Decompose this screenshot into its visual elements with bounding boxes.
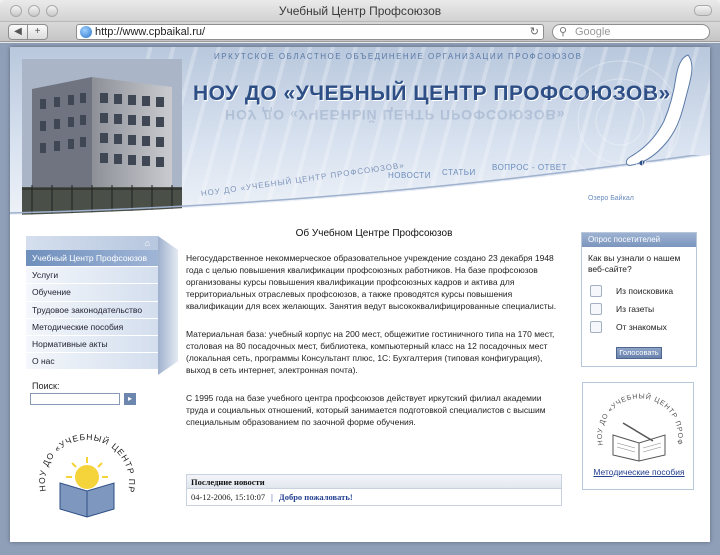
poll-radio[interactable] bbox=[590, 321, 602, 333]
close-window-button[interactable] bbox=[10, 5, 22, 17]
poll-option-search[interactable]: Из поисковика bbox=[590, 285, 673, 297]
sidebar-item-about[interactable]: О нас bbox=[26, 353, 158, 371]
toolbar-toggle-button[interactable] bbox=[694, 5, 712, 16]
poll-option-friends[interactable]: От знакомых bbox=[590, 321, 667, 333]
minimize-window-button[interactable] bbox=[28, 5, 40, 17]
site-frame: ИРКУТСКОЕ ОБЛАСТНОЕ ОБЪЕДИНЕНИЕ ОРГАНИЗА… bbox=[10, 47, 710, 542]
sidebar-menu: ⌂ Учебный Центр Профсоюзов Услуги Обучен… bbox=[26, 236, 178, 375]
methods-logo[interactable]: НОУ ДО «УЧЕБНЫЙ ЦЕНТР ПРОФСОЮЗОВ» bbox=[579, 378, 695, 467]
poll-option-label: Из поисковика bbox=[616, 286, 674, 296]
title-bar: Учебный Центр Профсоюзов bbox=[0, 0, 720, 22]
poll-title: Опрос посетителей bbox=[582, 233, 696, 247]
top-navigation: НОВОСТИ СТАТЬИ ВОПРОС - ОТВЕТ bbox=[386, 159, 586, 189]
latest-news-box: Последние новости 04-12-2006, 15:10:07 | Д… bbox=[186, 474, 562, 506]
organization-logo: НОУ ДО «УЧЕБНЫЙ ЦЕНТР ПРОФСОЮЗОВ» bbox=[32, 421, 136, 518]
reload-icon[interactable]: ↻ bbox=[530, 25, 539, 39]
latest-news-title: Последние новости bbox=[187, 475, 561, 489]
map-city-label: г. Иркутск bbox=[636, 161, 667, 168]
browser-window: Учебный Центр Профсоюзов ◀ + http://www.… bbox=[0, 0, 720, 555]
vote-button[interactable]: Голосовать bbox=[616, 347, 662, 359]
browser-toolbar: ◀ + http://www.cpbaikal.ru/ ↻ ⚲ Google bbox=[0, 22, 720, 42]
visitor-poll: Опрос посетителей Как вы узнали о нашем … bbox=[581, 232, 697, 367]
content-paragraph-2: Материальная база: учебный корпус на 200… bbox=[186, 329, 555, 375]
site-title-reflection: НОУ ДО «УЧЕБНЫЙ ЦЕНТР ПРОФСОЮЗОВ» bbox=[225, 107, 566, 123]
methods-link[interactable]: Методические пособия bbox=[583, 467, 695, 477]
browser-search-field[interactable]: ⚲ Google bbox=[552, 24, 710, 40]
site-search-label: Поиск: bbox=[32, 381, 60, 391]
site-header: ИРКУТСКОЕ ОБЛАСТНОЕ ОБЪЕДИНЕНИЕ ОРГАНИЗА… bbox=[10, 47, 710, 217]
svg-text:НОУ ДО «УЧЕБНЫЙ ЦЕНТР ПРОФСОЮЗ: НОУ ДО «УЧЕБНЫЙ ЦЕНТР ПРОФСОЮЗОВ» bbox=[583, 383, 683, 446]
sidebar-item-services[interactable]: Услуги bbox=[26, 267, 158, 285]
methods-logo-text: НОУ ДО «УЧЕБНЫЙ ЦЕНТР ПРОФСОЮЗОВ» bbox=[579, 378, 682, 446]
nav-qa[interactable]: ВОПРОС - ОТВЕТ bbox=[492, 163, 567, 172]
home-icon[interactable]: ⌂ bbox=[145, 238, 150, 248]
sidebar-item-center[interactable]: Учебный Центр Профсоюзов bbox=[26, 250, 158, 268]
content-paragraph-1: Негосударственное некоммерческое образов… bbox=[186, 253, 557, 311]
poll-option-label: От знакомых bbox=[616, 322, 667, 332]
web-page: ИРКУТСКОЕ ОБЛАСТНОЕ ОБЪЕДИНЕНИЕ ОРГАНИЗА… bbox=[0, 43, 720, 555]
content-paragraph-3: С 1995 года на базе учебного центра проф… bbox=[186, 393, 546, 427]
site-search-button[interactable]: ▸ bbox=[124, 393, 136, 405]
poll-radio[interactable] bbox=[590, 285, 602, 297]
site-search-input[interactable] bbox=[30, 393, 120, 405]
poll-option-newspaper[interactable]: Из газеты bbox=[590, 303, 654, 315]
poll-radio[interactable] bbox=[590, 303, 602, 315]
add-bookmark-button[interactable]: + bbox=[28, 24, 48, 40]
poll-question: Как вы узнали о нашем веб-сайте? bbox=[588, 253, 681, 274]
back-button[interactable]: ◀ bbox=[8, 24, 28, 40]
poll-option-label: Из газеты bbox=[616, 304, 655, 314]
page-title: Об Учебном Центре Профсоюзов bbox=[295, 228, 453, 239]
nav-articles[interactable]: СТАТЬИ bbox=[442, 168, 476, 177]
sidebar-shadow bbox=[158, 236, 178, 375]
nav-buttons: ◀ + bbox=[8, 24, 48, 40]
window-controls bbox=[10, 5, 58, 17]
organization-name: ИРКУТСКОЕ ОБЛАСТНОЕ ОБЪЕДИНЕНИЕ ОРГАНИЗА… bbox=[214, 52, 583, 61]
address-bar[interactable]: http://www.cpbaikal.ru/ ↻ bbox=[76, 24, 544, 40]
news-link[interactable]: Добро пожаловать! bbox=[279, 492, 353, 502]
news-date: 04-12-2006, 15:10:07 bbox=[191, 492, 266, 502]
globe-icon bbox=[80, 26, 92, 38]
news-item: 04-12-2006, 15:10:07 | Добро пожаловать! bbox=[187, 489, 561, 505]
methods-box: НОУ ДО «УЧЕБНЫЙ ЦЕНТР ПРОФСОЮЗОВ» Методи… bbox=[579, 378, 695, 490]
sidebar-home-row: ⌂ bbox=[26, 236, 158, 250]
search-icon: ⚲ bbox=[559, 26, 568, 38]
zoom-window-button[interactable] bbox=[46, 5, 58, 17]
sidebar-item-training[interactable]: Обучение bbox=[26, 284, 158, 302]
sidebar-item-labor-law[interactable]: Трудовое законодательство bbox=[26, 301, 158, 319]
nav-news[interactable]: НОВОСТИ bbox=[388, 171, 431, 180]
sidebar-item-regulations[interactable]: Нормативные акты bbox=[26, 335, 158, 354]
window-title: Учебный Центр Профсоюзов bbox=[278, 4, 442, 18]
url-text: http://www.cpbaikal.ru/ bbox=[95, 26, 206, 38]
browser-search-placeholder: Google bbox=[575, 26, 611, 38]
map-lake-label: Озеро Байкал bbox=[588, 195, 634, 202]
baikal-map-graphic bbox=[559, 54, 693, 182]
news-separator: | bbox=[271, 492, 273, 502]
sidebar-item-manuals[interactable]: Методические пособия bbox=[26, 318, 158, 336]
baikal-map: г. Иркутск Озеро Байкал bbox=[559, 51, 710, 202]
